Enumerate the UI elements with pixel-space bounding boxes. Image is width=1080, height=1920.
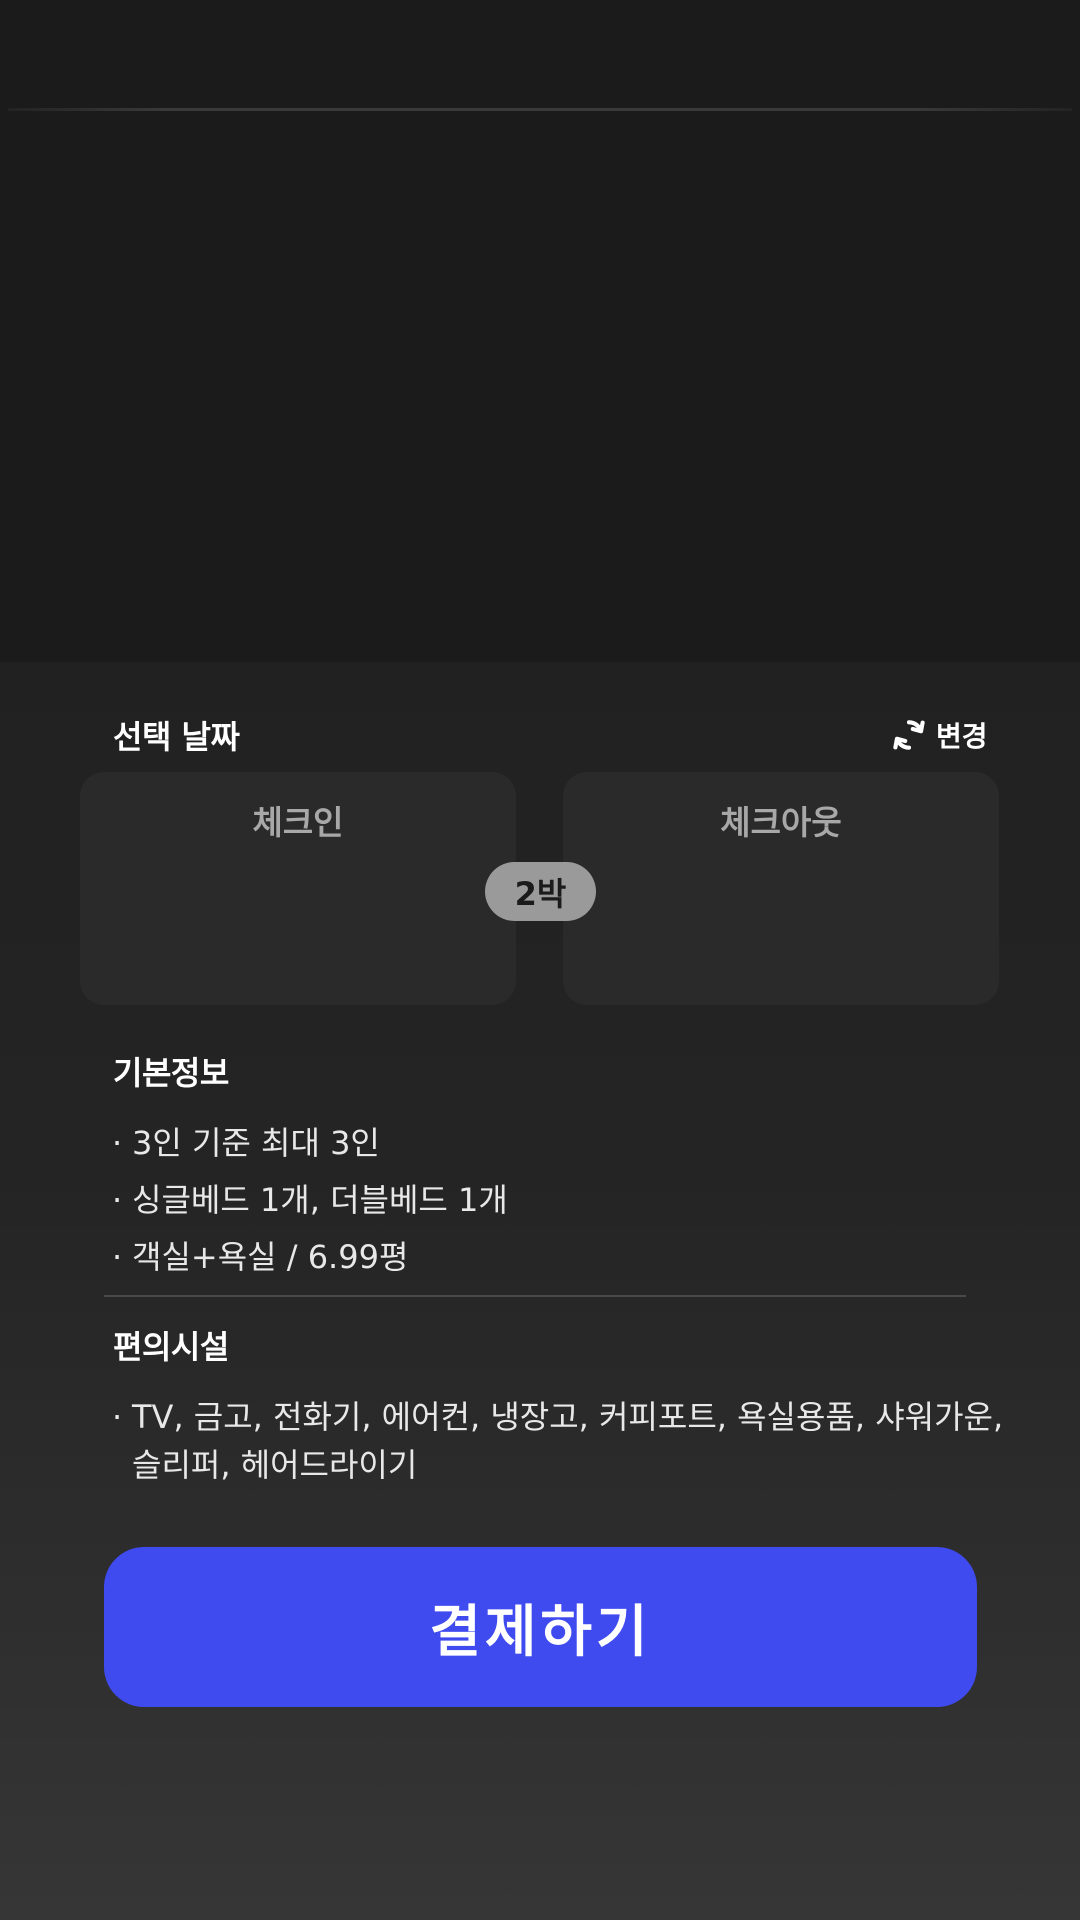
nights-badge: 2박 [485,862,596,921]
pay-button[interactable]: 결제하기 [104,1547,977,1707]
amenities-text-continued: 슬리퍼, 헤어드라이기 [132,1446,418,1484]
basic-info-text: 3인 기준 최대 3인 [132,1124,380,1162]
basic-info-text: 싱글베드 1개, 더블베드 1개 [132,1181,508,1219]
top-image-area [0,0,1080,662]
amenities-title: 편의시설 [113,1328,229,1366]
amenities-text: TV, 금고, 전화기, 에어컨, 냉장고, 커피포트, 욕실용품, 샤워가운, [132,1398,1004,1436]
basic-info-item: · 3인 기준 최대 3인 [112,1124,380,1162]
section-divider [104,1295,966,1297]
selected-dates-title: 선택 날짜 [113,718,240,756]
refresh-icon [890,716,928,754]
basic-info-item: · 객실+욕실 / 6.99평 [112,1238,409,1276]
checkin-label: 체크인 [252,803,344,842]
amenities-item: · TV, 금고, 전화기, 에어컨, 냉장고, 커피포트, 욕실용품, 샤워가운… [112,1398,1004,1436]
booking-screen: 선택 날짜 변경 체크인 체크아웃 2박 기본정보 · 3인 기준 최대 3인 ·… [0,0,1080,1920]
basic-info-title: 기본정보 [113,1054,229,1092]
checkin-card[interactable]: 체크인 [80,772,516,1005]
basic-info-text: 객실+욕실 / 6.99평 [132,1238,409,1276]
top-divider [8,108,1072,111]
checkout-card[interactable]: 체크아웃 [563,772,999,1005]
change-label: 변경 [936,720,988,753]
checkout-label: 체크아웃 [720,803,842,842]
basic-info-item: · 싱글베드 1개, 더블베드 1개 [112,1181,508,1219]
change-dates-button[interactable]: 변경 [890,715,988,755]
